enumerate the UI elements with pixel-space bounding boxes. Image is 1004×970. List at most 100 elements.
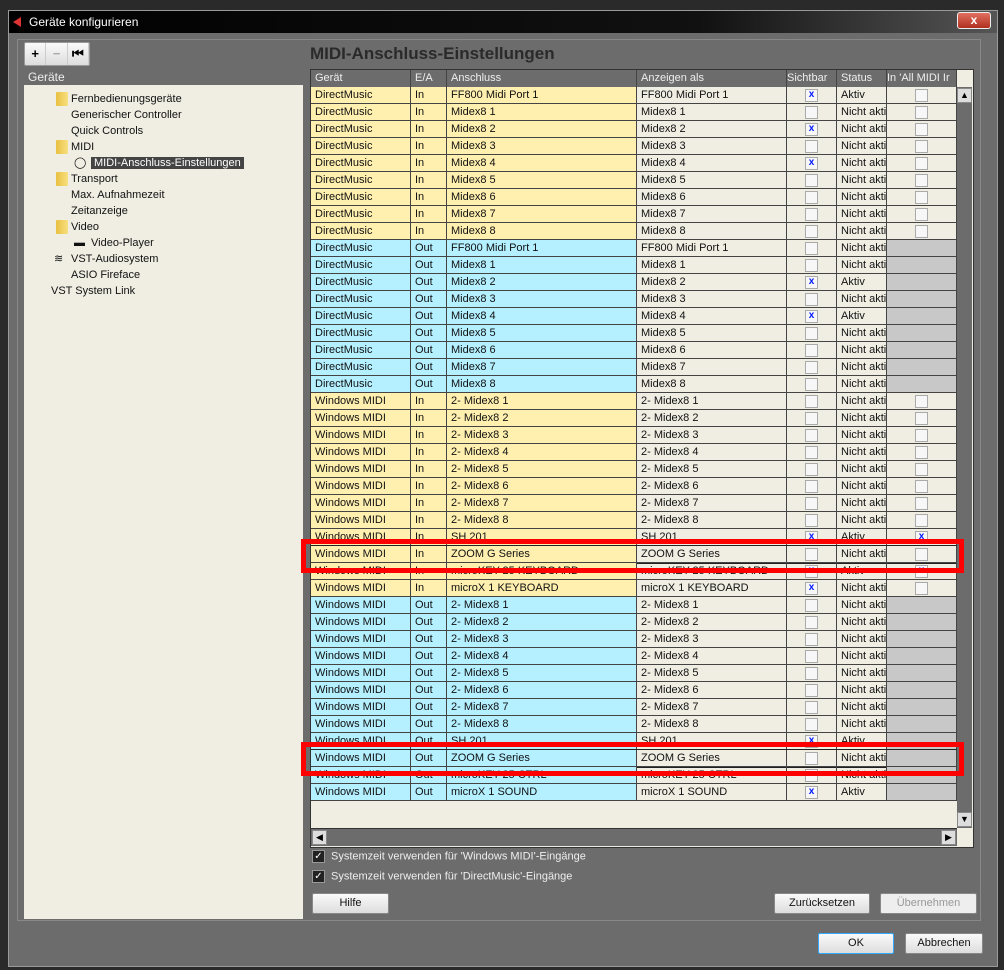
table-row[interactable]: Windows MIDI In 2- Midex8 4 2- Midex8 4 Nich… [311,444,957,461]
visible-cell[interactable] [787,410,837,426]
display-as-cell[interactable]: FF800 Midi Port 1 [637,240,787,256]
checkbox-checked-icon[interactable]: x [805,122,818,136]
display-as-cell[interactable]: 2- Midex8 1 [637,393,787,409]
status-cell[interactable]: Nicht akti [837,393,887,409]
table-row[interactable]: DirectMusic Out Midex8 8 Midex8 8 Nicht akti [311,376,957,393]
visible-cell[interactable] [787,359,837,375]
visible-cell[interactable] [787,240,837,256]
table-row[interactable]: Windows MIDI In 2- Midex8 3 2- Midex8 3 Nich… [311,427,957,444]
display-as-cell[interactable]: Midex8 8 [637,376,787,392]
visible-cell[interactable] [787,291,837,307]
status-cell[interactable]: Nicht akti [837,223,887,239]
table-row[interactable]: Windows MIDI Out 2- Midex8 6 2- Midex8 6 Nic… [311,682,957,699]
checkbox[interactable] [805,666,818,680]
table-row[interactable]: Windows MIDI Out 2- Midex8 2 2- Midex8 2 Nic… [311,614,957,631]
visible-cell[interactable]: x [787,274,837,290]
all-midi-cell[interactable] [887,325,957,341]
all-midi-cell[interactable] [887,393,957,409]
tree-item[interactable]: Max. Aufnahmezeit [71,187,165,203]
display-as-cell[interactable]: microX 1 KEYBOARD [637,580,787,596]
checkbox[interactable] [805,292,818,306]
checkbox[interactable] [915,479,928,493]
column-header[interactable]: Anschluss [447,70,637,87]
table-row[interactable]: Windows MIDI In 2- Midex8 5 2- Midex8 5 Nich… [311,461,957,478]
add-device-button[interactable]: + [25,43,47,65]
status-cell[interactable]: Nicht akti [837,121,887,137]
status-cell[interactable]: Nicht akti [837,257,887,273]
checkbox[interactable] [805,105,818,119]
visible-cell[interactable] [787,104,837,120]
checkbox[interactable] [805,224,818,238]
table-row[interactable]: DirectMusic In Midex8 8 Midex8 8 Nicht akti [311,223,957,240]
checkbox-checked-icon[interactable]: ✓ [312,870,325,883]
all-midi-cell[interactable] [887,614,957,630]
table-row[interactable]: DirectMusic In Midex8 3 Midex8 3 Nicht akti [311,138,957,155]
scroll-right-icon[interactable]: ▶ [941,830,956,845]
display-as-cell[interactable]: 2- Midex8 1 [637,597,787,613]
column-header[interactable]: E/A [411,70,447,87]
table-row[interactable]: Windows MIDI In 2- Midex8 7 2- Midex8 7 Nich… [311,495,957,512]
status-cell[interactable]: Nicht akti [837,427,887,443]
checkbox[interactable] [805,190,818,204]
display-as-cell[interactable]: Midex8 3 [637,138,787,154]
status-cell[interactable]: Nicht akti [837,716,887,732]
all-midi-cell[interactable] [887,699,957,715]
all-midi-cell[interactable] [887,376,957,392]
display-as-cell[interactable]: 2- Midex8 4 [637,444,787,460]
display-as-cell[interactable]: 2- Midex8 7 [637,495,787,511]
visible-cell[interactable]: x [787,155,837,171]
visible-cell[interactable] [787,648,837,664]
checkbox[interactable] [915,190,928,204]
checkbox[interactable] [805,683,818,697]
table-row[interactable]: DirectMusic Out Midex8 3 Midex8 3 Nicht akti [311,291,957,308]
all-midi-cell[interactable] [887,155,957,171]
display-as-cell[interactable]: FF800 Midi Port 1 [637,87,787,103]
all-midi-cell[interactable] [887,682,957,698]
option-system-time-windows-midi[interactable]: ✓ Systemzeit verwenden für 'Windows MIDI'… [312,850,586,863]
status-cell[interactable]: Nicht akti [837,478,887,494]
status-cell[interactable]: Nicht akti [837,189,887,205]
status-cell[interactable]: Nicht akti [837,665,887,681]
scroll-left-icon[interactable]: ◀ [312,830,327,845]
tree-item[interactable]: Quick Controls [71,123,143,139]
all-midi-cell[interactable] [887,478,957,494]
checkbox[interactable] [805,343,818,357]
column-header[interactable]: Sichtbar [787,70,837,87]
status-cell[interactable]: Nicht akti [837,291,887,307]
checkbox[interactable] [805,173,818,187]
all-midi-cell[interactable] [887,461,957,477]
checkbox-checked-icon[interactable]: ✓ [312,850,325,863]
status-cell[interactable]: Nicht akti [837,155,887,171]
visible-cell[interactable] [787,223,837,239]
checkbox[interactable] [915,513,928,527]
checkbox-checked-icon[interactable]: x [805,275,818,289]
status-cell[interactable]: Nicht akti [837,172,887,188]
status-cell[interactable]: Nicht akti [837,597,887,613]
display-as-cell[interactable]: Midex8 2 [637,274,787,290]
table-row[interactable]: Windows MIDI Out 2- Midex8 8 2- Midex8 8 Nic… [311,716,957,733]
checkbox-checked-icon[interactable]: x [805,156,818,170]
all-midi-cell[interactable] [887,716,957,732]
all-midi-cell[interactable] [887,291,957,307]
column-header[interactable]: Gerät [311,70,411,87]
close-button[interactable]: x [957,12,991,29]
visible-cell[interactable] [787,478,837,494]
status-cell[interactable]: Nicht akti [837,376,887,392]
all-midi-cell[interactable] [887,359,957,375]
tree-item[interactable]: MIDI [56,139,94,155]
all-midi-cell[interactable] [887,784,957,800]
checkbox[interactable] [805,479,818,493]
checkbox[interactable] [805,513,818,527]
checkbox[interactable] [915,496,928,510]
checkbox-checked-icon[interactable]: x [805,581,818,595]
status-cell[interactable]: Nicht akti [837,580,887,596]
checkbox[interactable] [915,156,928,170]
table-row[interactable]: DirectMusic In Midex8 1 Midex8 1 Nicht akti [311,104,957,121]
checkbox[interactable] [915,173,928,187]
table-row[interactable]: Windows MIDI Out microX 1 SOUND microX 1 SO… [311,784,957,801]
checkbox[interactable] [805,360,818,374]
visible-cell[interactable] [787,172,837,188]
table-row[interactable]: DirectMusic In Midex8 6 Midex8 6 Nicht akti [311,189,957,206]
table-row[interactable]: DirectMusic Out Midex8 2 Midex8 2 x Aktiv [311,274,957,291]
status-cell[interactable]: Nicht akti [837,614,887,630]
